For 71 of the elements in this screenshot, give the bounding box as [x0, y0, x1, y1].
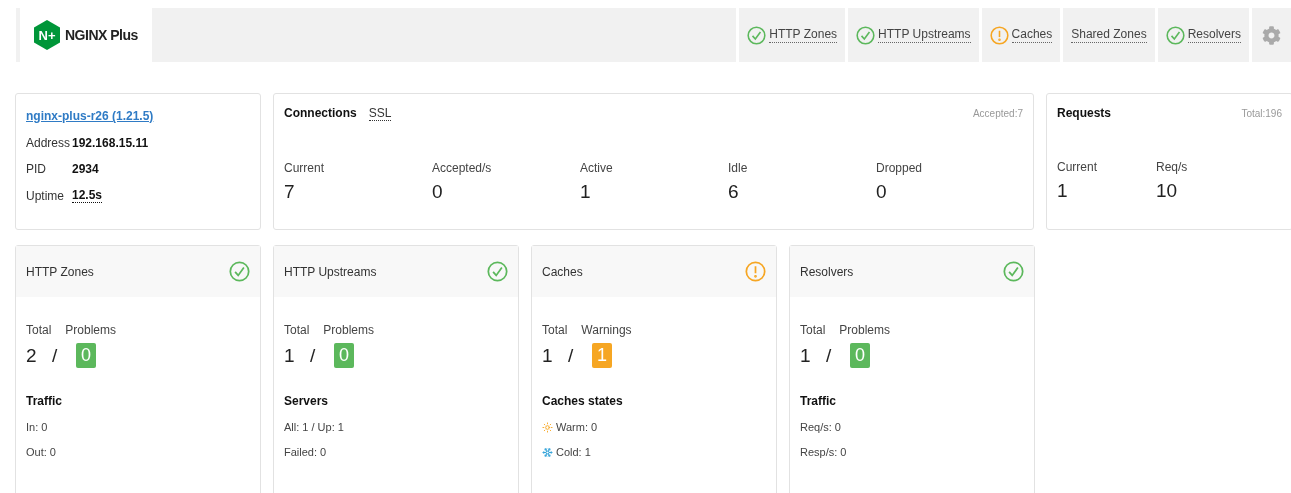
card-title: Resolvers — [800, 264, 854, 279]
stat-line: In: 0 — [26, 421, 48, 433]
metric-label: Idle — [728, 161, 749, 175]
version-link[interactable]: nginx-plus-r26 (1.21.5) — [26, 109, 154, 123]
field-value: 12.5s — [72, 188, 103, 203]
snowflake-icon — [542, 446, 553, 458]
slash-separator: / — [826, 344, 833, 367]
metric-label: Current — [284, 161, 325, 175]
metric-value: 0 — [876, 181, 888, 203]
metric-value: 7 — [284, 181, 296, 203]
field-label: PID — [26, 162, 47, 176]
problems-label: Warnings — [581, 323, 632, 337]
metric-value: 6 — [728, 181, 740, 203]
field-value: 192.168.15.11 — [72, 136, 149, 150]
stat-line: Cold: 1 — [556, 446, 591, 458]
section-title: Traffic — [800, 394, 837, 408]
metric-label: Accepted/s — [432, 161, 493, 175]
nav-item[interactable]: HTTP Zones — [736, 8, 846, 62]
total-count: 1 — [284, 344, 296, 367]
slash-separator: / — [310, 344, 317, 367]
field-value: 2934 — [72, 162, 99, 176]
stat-line: Req/s: 0 — [800, 421, 841, 433]
logo-badge: N+ — [34, 20, 60, 50]
card-note: Accepted:7 — [972, 108, 1023, 119]
metric-label: Dropped — [876, 161, 924, 175]
section-title: Caches states — [542, 394, 624, 408]
card-title: HTTP Zones — [26, 264, 94, 279]
total-count: 2 — [26, 344, 38, 367]
metric-label: Req/s — [1156, 160, 1189, 174]
count-badge: 0 — [76, 343, 96, 368]
card-title: Requests — [1057, 106, 1112, 120]
stat-line: Resp/s: 0 — [800, 446, 847, 458]
slash-separator: / — [52, 344, 59, 367]
card-title: Caches — [542, 264, 583, 279]
total-label: Total — [542, 323, 568, 337]
metric-value: 10 — [1156, 180, 1179, 202]
stat-line: Failed: 0 — [284, 446, 327, 458]
total-label: Total — [284, 323, 310, 337]
section-title: Servers — [284, 394, 330, 408]
problems-label: Problems — [65, 323, 117, 337]
nav-item[interactable]: HTTP Upstreams — [845, 8, 979, 62]
metric-value: 1 — [1057, 180, 1069, 202]
logo-text: NGINX Plus — [65, 27, 138, 43]
card-title: HTTP Upstreams — [284, 264, 377, 279]
nav-item[interactable]: Resolvers — [1154, 8, 1249, 62]
metric-label: Current — [1057, 160, 1098, 174]
settings-icon[interactable] — [1262, 25, 1281, 45]
ssl-tab[interactable]: SSL — [368, 106, 392, 121]
total-count: 1 — [800, 344, 812, 367]
count-badge: 0 — [334, 343, 354, 368]
section-title: Traffic — [26, 394, 63, 408]
nav-item[interactable]: Shared Zones — [1060, 8, 1155, 62]
total-label: Total — [800, 323, 826, 337]
total-label: Total — [26, 323, 52, 337]
problems-label: Problems — [839, 323, 891, 337]
stat-line: Warm: 0 — [556, 421, 598, 433]
metric-label: Active — [580, 161, 614, 175]
field-label: Uptime — [26, 188, 65, 203]
problems-label: Problems — [323, 323, 375, 337]
metric-value: 0 — [432, 181, 444, 203]
card-title: Connections — [284, 106, 357, 120]
count-badge: 1 — [592, 343, 612, 368]
metric-value: 1 — [580, 181, 592, 203]
stat-line: All: 1 / Up: 1 — [284, 421, 344, 433]
sun-icon — [542, 421, 553, 433]
slash-separator: / — [568, 344, 575, 367]
total-count: 1 — [542, 344, 554, 367]
count-badge: 0 — [850, 343, 870, 368]
card-note: Total:196 — [1241, 108, 1282, 119]
stat-line: Out: 0 — [26, 446, 56, 458]
nav-item[interactable]: Caches — [978, 8, 1061, 62]
